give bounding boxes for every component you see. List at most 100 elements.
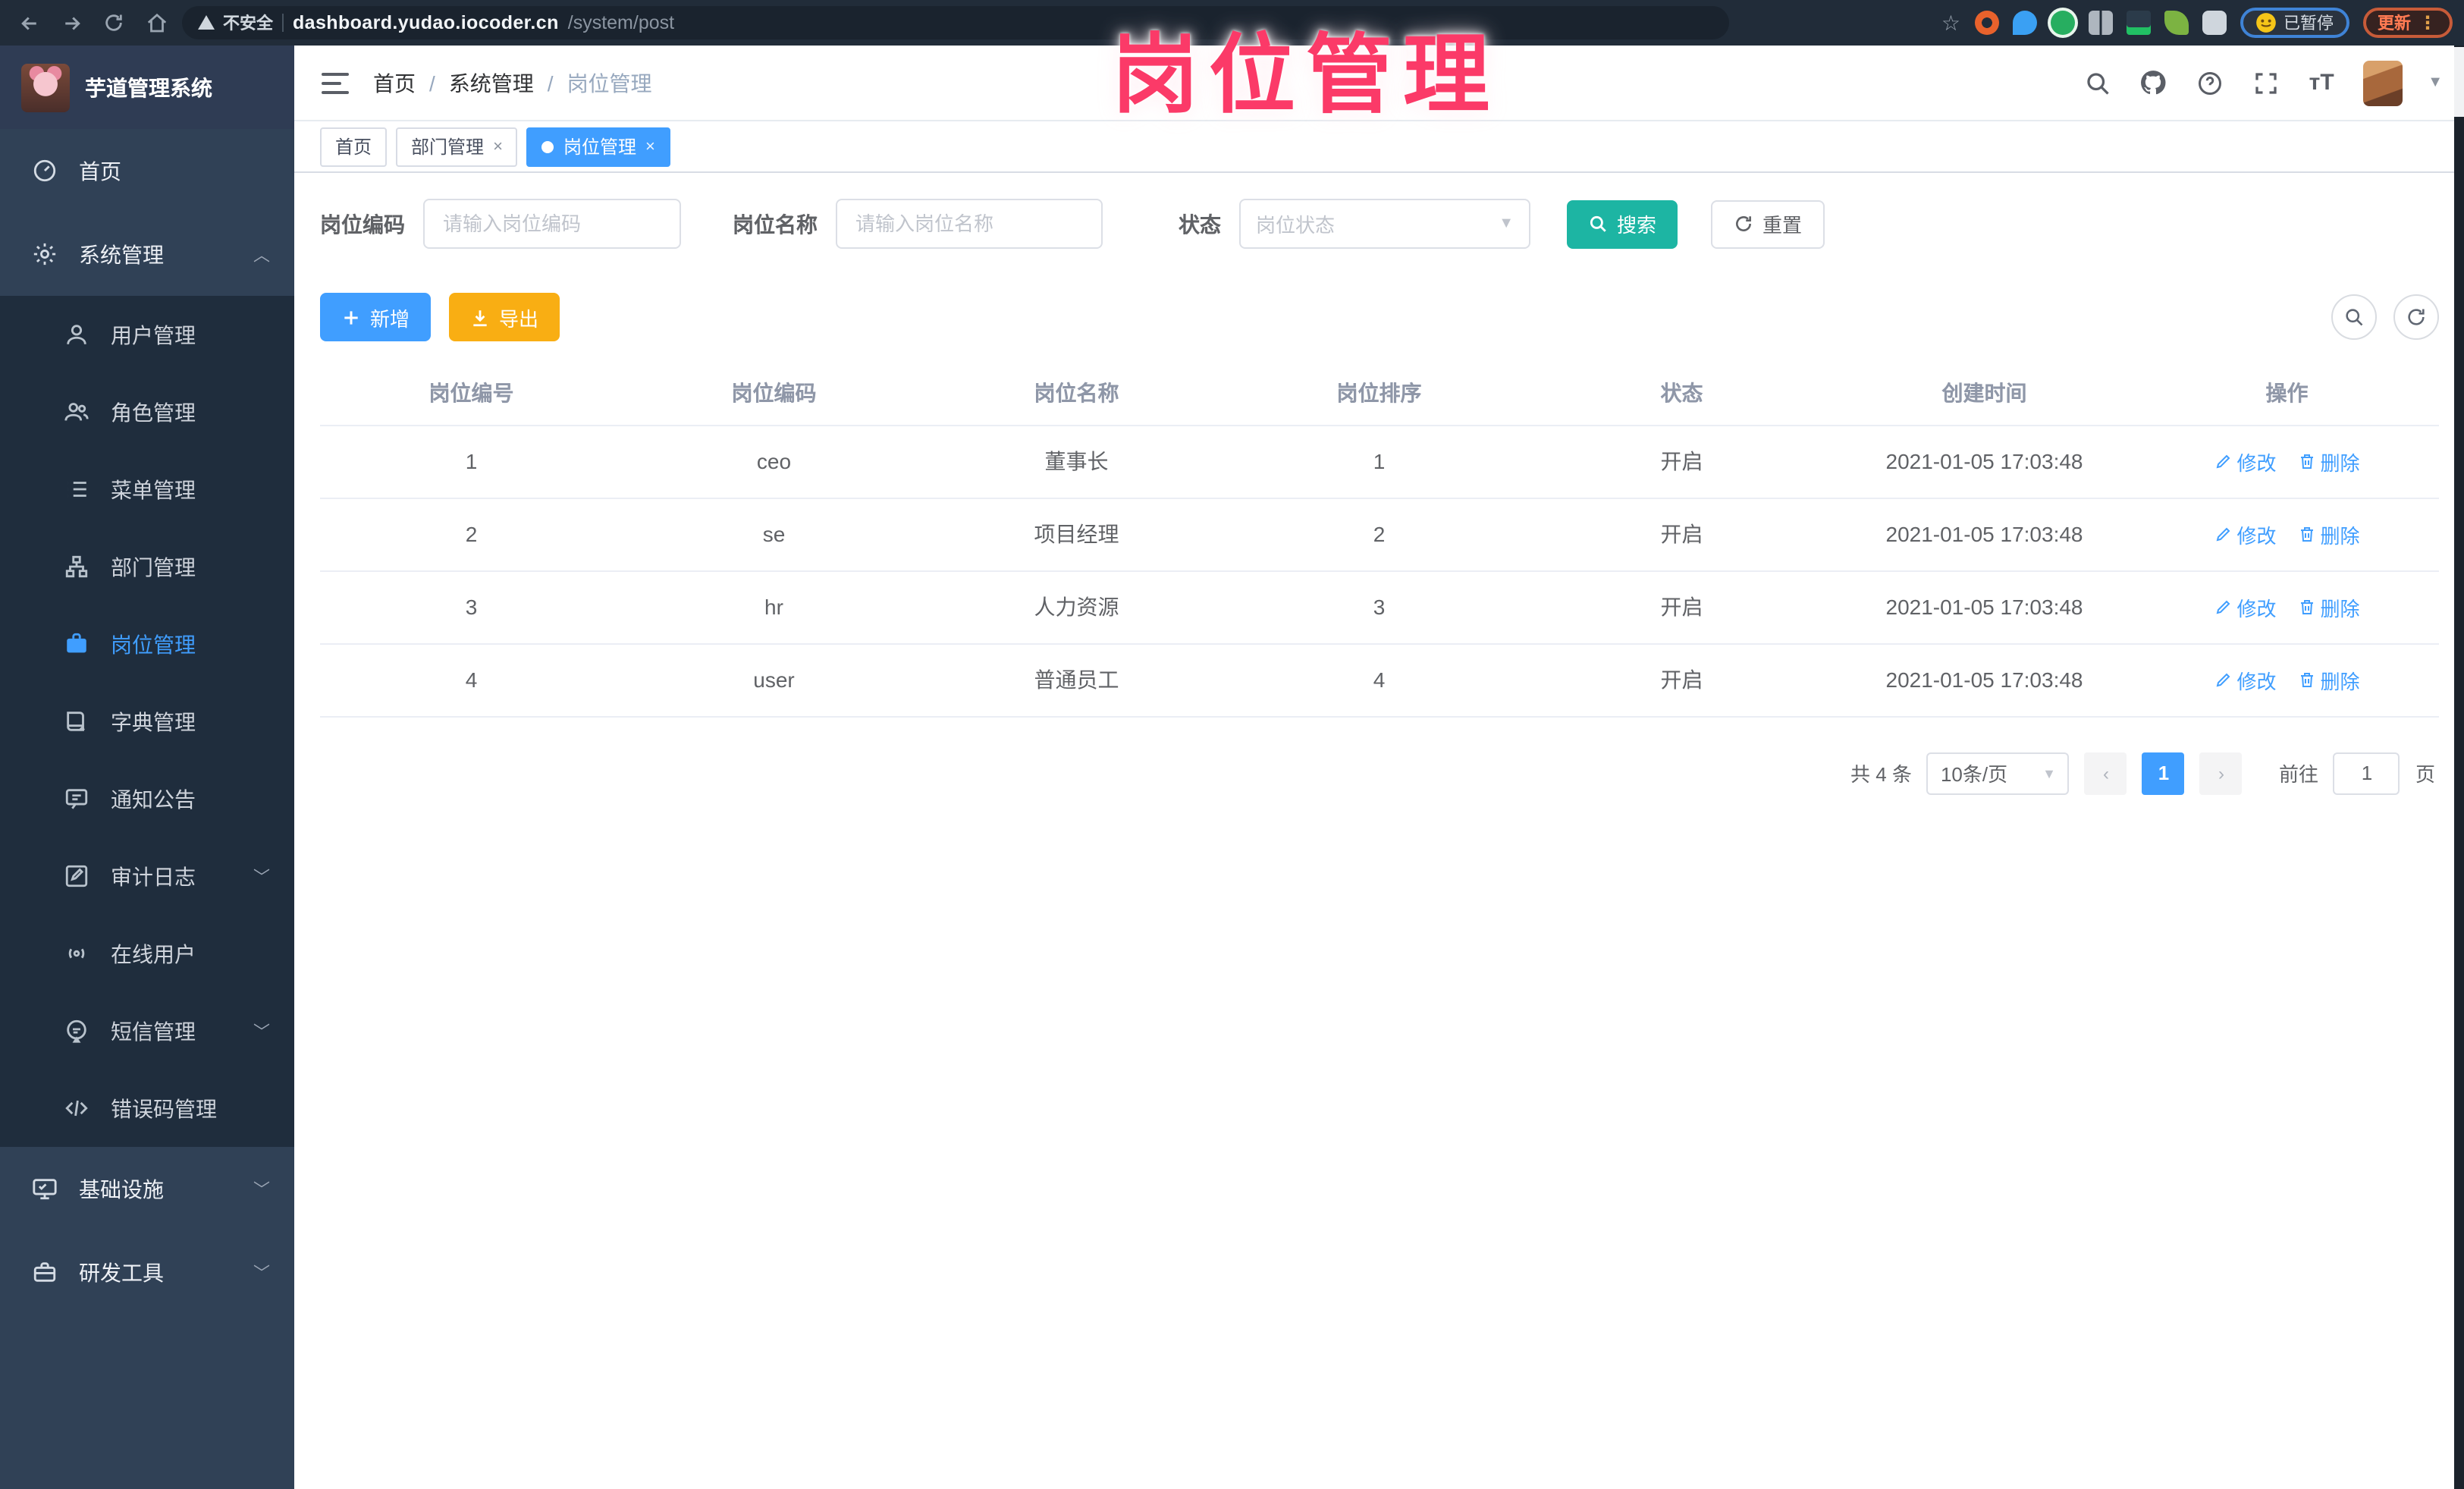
sidebar-item-dev-tools[interactable]: 研发工具 ﹀ [0,1230,294,1314]
edit-link[interactable]: 修改 [2214,447,2277,476]
next-page-button[interactable]: › [2199,752,2243,794]
not-secure-warning[interactable]: 不安全 [197,11,273,35]
app-header: 首页 / 系统管理 / 岗位管理 ᴛT ▼ [294,46,2464,121]
address-bar[interactable]: 不安全 dashboard.yudao.iocoder.cn/system/po… [182,6,1729,39]
extension-icon-puzzle[interactable] [2202,11,2226,35]
current-page-button[interactable]: 1 [2142,752,2185,794]
app-logo [21,63,70,112]
add-button[interactable]: 新增 [320,293,432,341]
sidebar-item-label: 用户管理 [111,322,196,347]
cell-post-name: 普通员工 [925,643,1228,717]
extension-icon-leaf[interactable] [2164,11,2188,35]
cell-status: 开启 [1530,643,1833,717]
status-select[interactable]: 岗位状态 ▼ [1239,199,1530,249]
prev-page-button[interactable]: ‹ [2084,752,2127,794]
sidebar-item-label: 短信管理 [111,1019,196,1043]
search-button[interactable]: 搜索 [1567,199,1678,248]
breadcrumb-separator: / [429,71,435,95]
sidebar-item-departments[interactable]: 部门管理 [0,528,294,605]
column-header: 创建时间 [1833,363,2136,426]
help-icon[interactable] [2194,68,2224,98]
tab-posts[interactable]: 岗位管理 × [526,127,670,166]
tab-label: 部门管理 [411,137,485,158]
edit-link[interactable]: 修改 [2214,520,2277,548]
extension-icon-pin[interactable] [2012,11,2036,35]
close-icon[interactable]: × [645,137,655,155]
export-button[interactable]: 导出 [449,293,560,341]
browser-home-icon[interactable] [140,6,173,39]
sidebar-item-users[interactable]: 用户管理 [0,296,294,373]
sidebar-toggle-icon[interactable] [322,72,349,93]
browser-reload-icon[interactable] [97,6,130,39]
sidebar-item-label: 基础设施 [79,1176,164,1201]
app-logo-row[interactable]: 芋道管理系统 [0,46,294,129]
sidebar-item-roles[interactable]: 角色管理 [0,373,294,451]
table-row: 1 ceo 董事长 1 开启 2021-01-05 17:03:48 修改 删除 [320,425,2438,498]
extension-icon-grid[interactable] [2088,11,2112,35]
extension-icon-check[interactable] [2050,11,2074,35]
table-tools [2331,294,2438,340]
sidebar-item-error-codes[interactable]: 错误码管理 [0,1070,294,1147]
sidebar-item-home[interactable]: 首页 [0,129,294,212]
plus-icon [344,310,358,324]
toggle-search-button[interactable] [2331,294,2376,340]
delete-icon [2300,600,2313,614]
paused-label: 已暂停 [2284,15,2334,33]
sidebar-item-label: 菜单管理 [111,477,196,501]
refresh-table-button[interactable] [2393,294,2438,340]
search-icon[interactable] [2082,68,2112,98]
post-name-input[interactable] [836,199,1103,249]
tab-home[interactable]: 首页 [320,127,388,166]
sidebar-item-system[interactable]: 系统管理 ︿ [0,212,294,296]
sidebar-item-label: 审计日志 [111,864,196,888]
delete-link[interactable]: 删除 [2298,447,2360,476]
browser-back-icon[interactable] [12,6,46,39]
pagination: 共 4 条 10条/页 ▼ ‹ 1 › 前往 页 [320,752,2438,794]
cell-status: 开启 [1530,425,1833,498]
caret-down-icon[interactable]: ▼ [2428,74,2443,91]
active-dot [541,140,554,152]
breadcrumb-home[interactable]: 首页 [373,68,416,98]
sidebar-item-notices[interactable]: 通知公告 [0,760,294,837]
close-icon[interactable]: × [493,137,503,155]
edit-link[interactable]: 修改 [2214,592,2277,621]
edit-link[interactable]: 修改 [2214,665,2277,694]
bookmark-star-icon[interactable]: ☆ [1941,10,1960,36]
cell-post-sort: 4 [1228,643,1530,717]
code-icon [65,1100,88,1117]
browser-forward-icon[interactable] [55,6,88,39]
github-icon[interactable] [2138,68,2168,98]
main-area: 首页 / 系统管理 / 岗位管理 ᴛT ▼ 首页 部门管理 × 岗位管理 × 岗… [294,46,2464,1489]
sidebar-item-audit-log[interactable]: 审计日志 ﹀ [0,837,294,915]
delete-link[interactable]: 删除 [2298,592,2360,621]
reset-button[interactable]: 重置 [1711,199,1825,248]
scrollbar-thumb[interactable] [2453,47,2464,117]
scrollbar[interactable] [2453,46,2464,1489]
sidebar-item-infrastructure[interactable]: 基础设施 ﹀ [0,1147,294,1230]
avatar[interactable] [2362,60,2403,105]
cell-post-id: 1 [320,425,623,498]
tab-departments[interactable]: 部门管理 × [396,127,518,166]
page-unit-label: 页 [2415,763,2435,786]
breadcrumb-system[interactable]: 系统管理 [449,68,534,98]
filter-bar: 岗位编码 岗位名称 状态 岗位状态 ▼ 搜索 [320,199,2438,249]
edit-icon [2216,527,2230,542]
font-size-icon[interactable]: ᴛT [2306,68,2337,98]
extension-icon-server[interactable] [2126,11,2150,35]
fullscreen-icon[interactable] [2250,68,2280,98]
sidebar-item-sms[interactable]: 短信管理 ﹀ [0,992,294,1070]
sidebar-item-online-users[interactable]: 在线用户 [0,915,294,992]
add-button-label: 新增 [370,307,410,330]
post-code-input[interactable] [423,199,681,249]
page-size-select[interactable]: 10条/页 ▼ [1926,752,2070,794]
delete-link[interactable]: 删除 [2298,665,2360,694]
update-button[interactable]: 更新 ⋮ [2362,8,2452,38]
extension-icon-orange[interactable] [1974,11,1998,35]
sidebar-item-posts[interactable]: 岗位管理 [0,605,294,683]
sidebar-item-menus[interactable]: 菜单管理 [0,451,294,528]
delete-link[interactable]: 删除 [2298,520,2360,548]
browser-menu-icon[interactable]: ⋮ [2418,12,2437,33]
sidebar-item-dictionary[interactable]: 字典管理 [0,683,294,760]
paused-badge[interactable]: 已暂停 [2240,8,2349,38]
goto-page-input[interactable] [2333,752,2400,794]
